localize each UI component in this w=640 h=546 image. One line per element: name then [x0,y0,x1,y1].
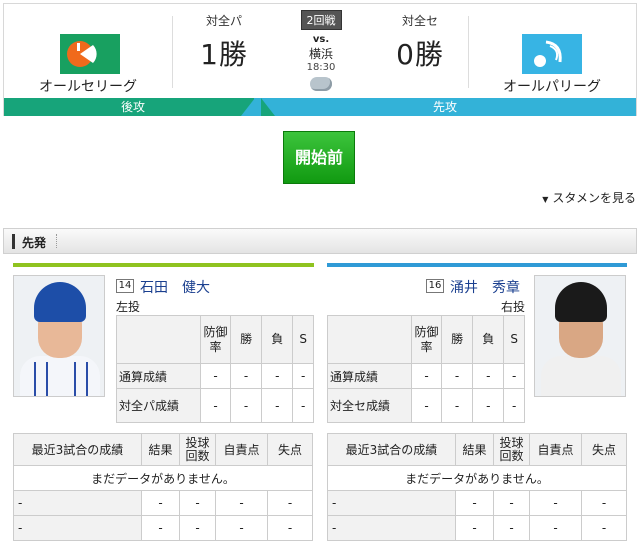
table-row: - - - - - [13,490,313,516]
game-status-button[interactable]: 開始前 [283,131,355,184]
section-title: 先発 [22,236,47,250]
home-pitcher-name[interactable]: 石田 健大 [140,277,210,297]
divider [56,234,66,248]
bar-notch-right [241,98,255,116]
col-era: 防御率 [200,315,231,364]
home-pitcher-number: 14 [116,279,134,293]
away-pitcher-number: 16 [426,279,444,293]
away-score-value: 0勝 [396,38,444,71]
starting-lineup-link[interactable]: ▼ スタメンを見る [542,189,636,206]
home-score-value: 1勝 [200,38,248,71]
row-label: 通算成績 [116,363,201,389]
away-team: オールパリーグ [468,4,636,99]
game-info: 2回戦 vs. 横浜 18:30 [274,10,368,91]
home-team-name[interactable]: オールセリーグ [4,76,172,96]
away-accent-line [327,263,627,267]
bar-notch-left [261,98,275,116]
col-era: 防御率 [411,315,442,364]
stadium-name: 横浜 [308,47,333,61]
away-score: 対全セ 0勝 [360,12,480,73]
table-row: - - - - - [327,515,627,541]
pacific-league-logo [522,34,582,74]
section-header: 先発 [3,228,637,254]
triangle-down-icon: ▼ [542,195,549,204]
game-time: 18:30 [306,62,336,73]
row-label: 対全パ成績 [116,388,201,423]
home-pitcher-photo [13,275,105,397]
away-recent-games: 最近3試合の成績 結果 投球回数 自責点 失点 まだデータがありません。 - -… [327,433,627,541]
central-league-logo [60,34,120,74]
cloudy-icon [310,77,332,91]
row-label: 通算成績 [327,363,412,389]
col-losses: 負 [261,315,294,364]
table-row: - - - - - [13,515,313,541]
home-recent-games: 最近3試合の成績 結果 投球回数 自責点 失点 まだデータがありません。 - -… [13,433,313,541]
table-row: 通算成績 - - - - [116,363,314,389]
home-team: オールセリーグ [4,4,172,99]
vs-label: vs. [312,34,330,45]
table-row: 通算成績 - - - - [327,363,525,389]
home-score-label: 対全パ [205,14,242,28]
col-saves: S [292,315,314,364]
col-saves: S [503,315,525,364]
away-team-name[interactable]: オールパリーグ [468,76,636,96]
away-side-bar: 先攻 [254,98,636,116]
home-score: 対全パ 1勝 [164,12,284,73]
away-pitcher-photo [534,275,626,397]
table-row: 対全セ成績 - - - - [327,388,525,423]
starting-lineup-label: スタメンを見る [552,191,636,205]
table-row: - - - - - [327,490,627,516]
no-data-message: まだデータがありません。 [13,465,313,491]
home-pitcher-stats: 防御率 勝 負 S 通算成績 - - - - 対全パ成績 - - - - [116,315,314,423]
section-marker [12,234,15,249]
col-wins: 勝 [440,315,474,364]
away-pitcher-name[interactable]: 涌井 秀章 [450,277,520,297]
col-losses: 負 [472,315,505,364]
home-pitcher-hand: 左投 [116,300,141,314]
away-score-label: 対全セ [401,14,438,28]
no-data-message: まだデータがありません。 [327,465,627,491]
scoreboard-header: オールセリーグ 対全パ 1勝 2回戦 vs. 横浜 18:30 対全セ 0勝 オ… [3,3,637,116]
col-wins: 勝 [229,315,263,364]
home-side-bar: 後攻 [4,98,262,116]
table-row: 対全パ成績 - - - - [116,388,314,423]
away-pitcher-stats: 防御率 勝 負 S 通算成績 - - - - 対全セ成績 - - - - [327,315,525,423]
away-pitcher-hand: 右投 [501,300,526,314]
home-accent-line [13,263,314,267]
row-label: 対全セ成績 [327,388,412,423]
round-badge: 2回戦 [300,10,342,30]
